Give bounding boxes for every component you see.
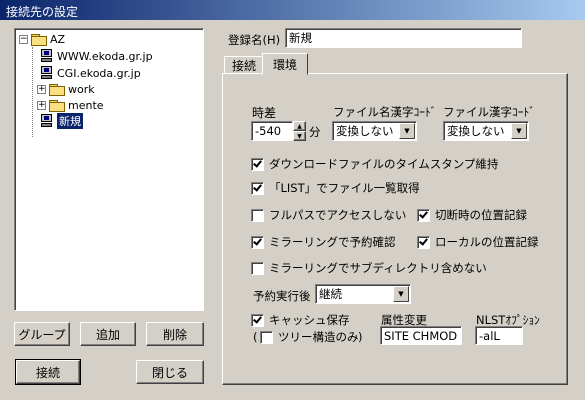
tree-item-new[interactable]: 新規 (41, 113, 83, 129)
after-reserve-select[interactable]: 継続 ▼ (315, 284, 411, 304)
checkbox-icon (417, 208, 430, 222)
tree-item-www[interactable]: WWW.ekoda.gr.jp (41, 48, 153, 64)
record-local-pos-checkbox[interactable]: ローカルの位置記録 (417, 234, 539, 250)
chevron-down-icon[interactable]: ▼ (511, 123, 527, 139)
checkbox-icon (251, 181, 264, 195)
cache-save-checkbox[interactable]: キャッシュ保存 (251, 312, 350, 328)
after-reserve-label: 予約実行後 (253, 289, 311, 303)
tree-item-label: WWW.ekoda.gr.jp (57, 49, 153, 63)
tree-item-label: CGI.ekoda.gr.jp (57, 66, 141, 80)
tree-item-label: 新規 (57, 113, 83, 129)
checkbox-icon (251, 208, 264, 222)
tree-root-label: AZ (50, 32, 66, 46)
file-kanji-select[interactable]: 変換しない ▼ (443, 121, 529, 141)
file-kanji-value: 変換しない (447, 124, 505, 138)
tab-environment[interactable]: 環境 (262, 53, 308, 75)
spin-up-button[interactable]: ▲ (293, 121, 306, 131)
close-button[interactable]: 閉じる (136, 360, 204, 384)
checkbox-icon (251, 313, 264, 327)
title-bar: 接続先の設定 (0, 0, 585, 20)
host-tree[interactable]: − AZ WWW.ekoda.gr.jp CGI.ekoda.gr.jp + w… (14, 28, 204, 311)
chevron-down-icon[interactable]: ▼ (393, 286, 409, 302)
checkbox-label: ダウンロードファイルのタイムスタンプ維持 (269, 157, 499, 171)
checkbox-icon (417, 235, 430, 249)
checkbox-icon (251, 235, 264, 249)
delete-button[interactable]: 削除 (146, 322, 204, 346)
checkbox-label: ローカルの位置記録 (435, 235, 539, 249)
checkbox-label: フルパスでアクセスしない (269, 208, 407, 222)
register-name-label: 登録名(H) (228, 33, 281, 47)
folder-icon (31, 33, 47, 46)
checkbox-label: 「LIST」でファイル一覧取得 (269, 181, 420, 195)
connect-button[interactable]: 接続 (15, 359, 81, 385)
expand-icon[interactable]: + (37, 100, 46, 110)
attr-change-field[interactable]: SITE CHMOD (380, 326, 462, 345)
filename-kanji-select[interactable]: 変換しない ▼ (332, 121, 417, 141)
file-kanji-label: ファイル漢字ｺｰﾄﾞ (443, 105, 535, 119)
filename-kanji-label: ファイル名漢字ｺｰﾄﾞ (333, 105, 437, 119)
checkbox-label: 切断時の位置記録 (435, 208, 527, 222)
tree-item-work[interactable]: + work (37, 81, 95, 97)
checkbox-label: ミラーリングでサブディレクトリ含めない (269, 261, 487, 275)
collapse-icon[interactable]: − (19, 34, 28, 44)
group-button[interactable]: グループ (14, 322, 70, 346)
keep-timestamp-checkbox[interactable]: ダウンロードファイルのタイムスタンプ維持 (251, 156, 498, 172)
checkbox-label: キャッシュ保存 (269, 313, 350, 327)
checkbox-icon (260, 330, 273, 344)
folder-icon (49, 99, 65, 112)
folder-icon (49, 83, 65, 96)
tree-root[interactable]: − AZ (19, 31, 65, 47)
checkbox-icon (251, 157, 264, 171)
expand-icon[interactable]: + (37, 84, 46, 94)
host-icon (41, 66, 53, 80)
chevron-down-icon[interactable]: ▼ (399, 123, 415, 139)
host-icon (41, 114, 53, 128)
host-icon (41, 49, 53, 63)
list-command-checkbox[interactable]: 「LIST」でファイル一覧取得 (251, 180, 420, 196)
checkbox-label: ミラーリングで予約確認 (269, 235, 396, 249)
time-diff-field[interactable]: -540 (251, 121, 293, 141)
record-disconnect-pos-checkbox[interactable]: 切断時の位置記録 (417, 207, 527, 223)
mirror-no-subdir-checkbox[interactable]: ミラーリングでサブディレクトリ含めない (251, 260, 487, 276)
register-name-field[interactable]: 新規 (285, 28, 522, 48)
tab-connection[interactable]: 接続 (224, 56, 264, 74)
nlst-option-field[interactable]: -alL (475, 326, 523, 345)
settings-window: 接続先の設定 − AZ WWW.ekoda.gr.jp CGI.ekoda.gr… (0, 0, 585, 400)
time-diff-label: 時差 (252, 106, 277, 120)
filename-kanji-value: 変換しない (336, 124, 394, 138)
checkbox-label: ツリー構造のみ (278, 330, 359, 344)
add-button[interactable]: 追加 (80, 322, 136, 346)
tree-only-checkbox[interactable]: ツリー構造のみ (260, 329, 359, 345)
checkbox-icon (251, 261, 264, 275)
paren-open: ( (253, 330, 258, 344)
window-title: 接続先の設定 (6, 5, 79, 19)
no-fullpath-checkbox[interactable]: フルパスでアクセスしない (251, 207, 406, 223)
tree-item-cgi[interactable]: CGI.ekoda.gr.jp (41, 65, 141, 81)
paren-close: ) (358, 330, 363, 344)
minutes-unit: 分 (309, 125, 321, 139)
after-reserve-value: 継続 (319, 287, 342, 301)
tree-item-label: mente (68, 98, 104, 112)
tree-item-label: work (68, 82, 95, 96)
spin-down-button[interactable]: ▼ (293, 131, 306, 141)
mirror-confirm-checkbox[interactable]: ミラーリングで予約確認 (251, 234, 396, 250)
tree-item-mente[interactable]: + mente (37, 97, 104, 113)
